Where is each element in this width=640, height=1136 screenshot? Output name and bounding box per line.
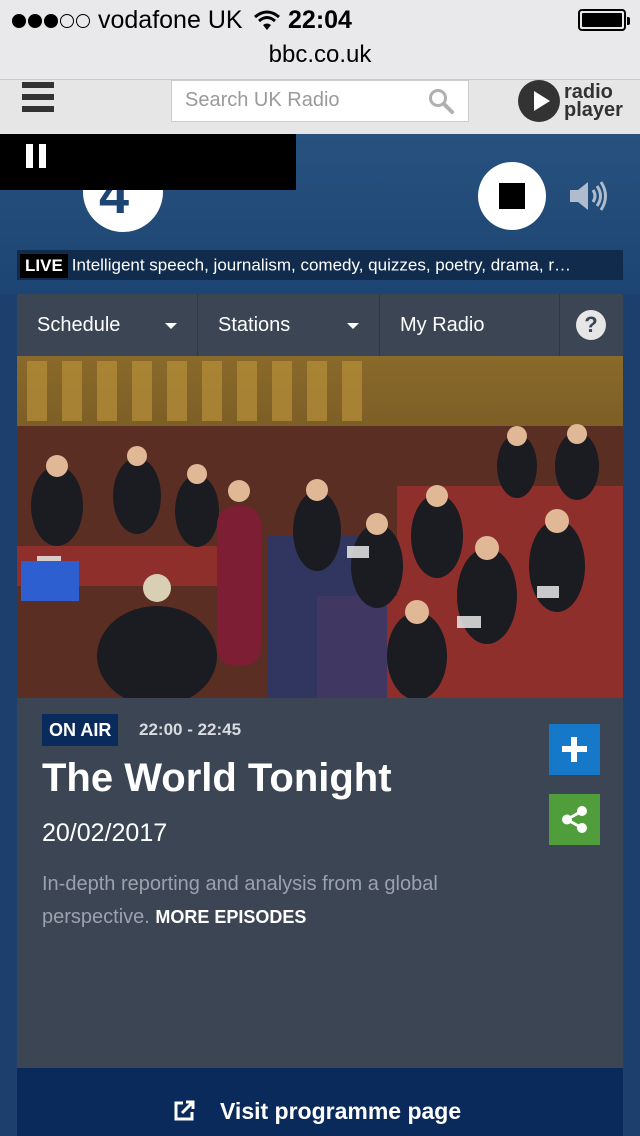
status-bar: vodafone UK 22:04 <box>0 0 640 40</box>
programme-date: 20/02/2017 <box>42 819 168 847</box>
nav-stations[interactable]: Stations <box>198 294 380 356</box>
logo-line-player: player <box>564 99 623 121</box>
hamburger-menu-icon[interactable] <box>22 82 54 112</box>
clock: 22:04 <box>288 6 352 34</box>
play-disc-icon <box>518 80 560 122</box>
chevron-down-icon <box>165 323 177 329</box>
add-button[interactable] <box>549 724 600 775</box>
nav-my-radio-label: My Radio <box>400 314 485 336</box>
nav-my-radio[interactable]: My Radio <box>380 294 560 356</box>
programme-title: The World Tonight <box>42 756 392 800</box>
programme-description: In-depth reporting and analysis from a g… <box>42 868 512 934</box>
search-box <box>171 80 469 122</box>
stop-icon <box>499 183 525 209</box>
battery-icon <box>578 9 630 31</box>
chamber-illustration <box>17 356 623 698</box>
live-strip: LIVE Intelligent speech, journalism, come… <box>17 250 623 280</box>
player-bar: 4 LIVE Intelligent speech, journalism, co… <box>0 134 640 294</box>
pause-icon[interactable] <box>26 144 46 168</box>
search-input[interactable] <box>172 81 412 119</box>
address-bar[interactable]: bbc.co.uk <box>0 40 640 80</box>
visit-programme-label: Visit programme page <box>220 1098 462 1124</box>
volume-icon[interactable] <box>568 178 610 214</box>
external-link-icon <box>174 1100 195 1121</box>
url-domain: bbc.co.uk <box>268 41 372 68</box>
pause-bar[interactable] <box>0 134 296 190</box>
live-badge: LIVE <box>20 253 68 278</box>
programme-panel: ON AIR 22:00 - 22:45 The World Tonight 2… <box>17 698 623 1068</box>
time-slot: 22:00 - 22:45 <box>139 720 242 739</box>
share-icon <box>562 806 587 833</box>
share-button[interactable] <box>549 794 600 845</box>
visit-programme-button[interactable]: Visit programme page <box>17 1068 623 1136</box>
on-air-badge: ON AIR <box>42 714 119 746</box>
nav-schedule-label: Schedule <box>37 314 121 336</box>
chevron-down-icon <box>347 323 359 329</box>
nav-schedule[interactable]: Schedule <box>17 294 198 356</box>
nav-help[interactable]: ? <box>560 294 623 356</box>
site-header: radio player <box>0 80 640 134</box>
programme-image <box>17 356 623 698</box>
nav-stations-label: Stations <box>218 314 291 336</box>
more-episodes-link[interactable]: MORE EPISODES <box>155 907 306 927</box>
main-nav: Schedule Stations My Radio ? <box>17 294 623 356</box>
help-icon: ? <box>576 310 606 340</box>
search-icon[interactable] <box>428 88 454 114</box>
radio-player-logo[interactable]: radio player <box>518 80 623 122</box>
stop-button[interactable] <box>478 162 546 230</box>
live-description: Intelligent speech, journalism, comedy, … <box>71 255 571 275</box>
